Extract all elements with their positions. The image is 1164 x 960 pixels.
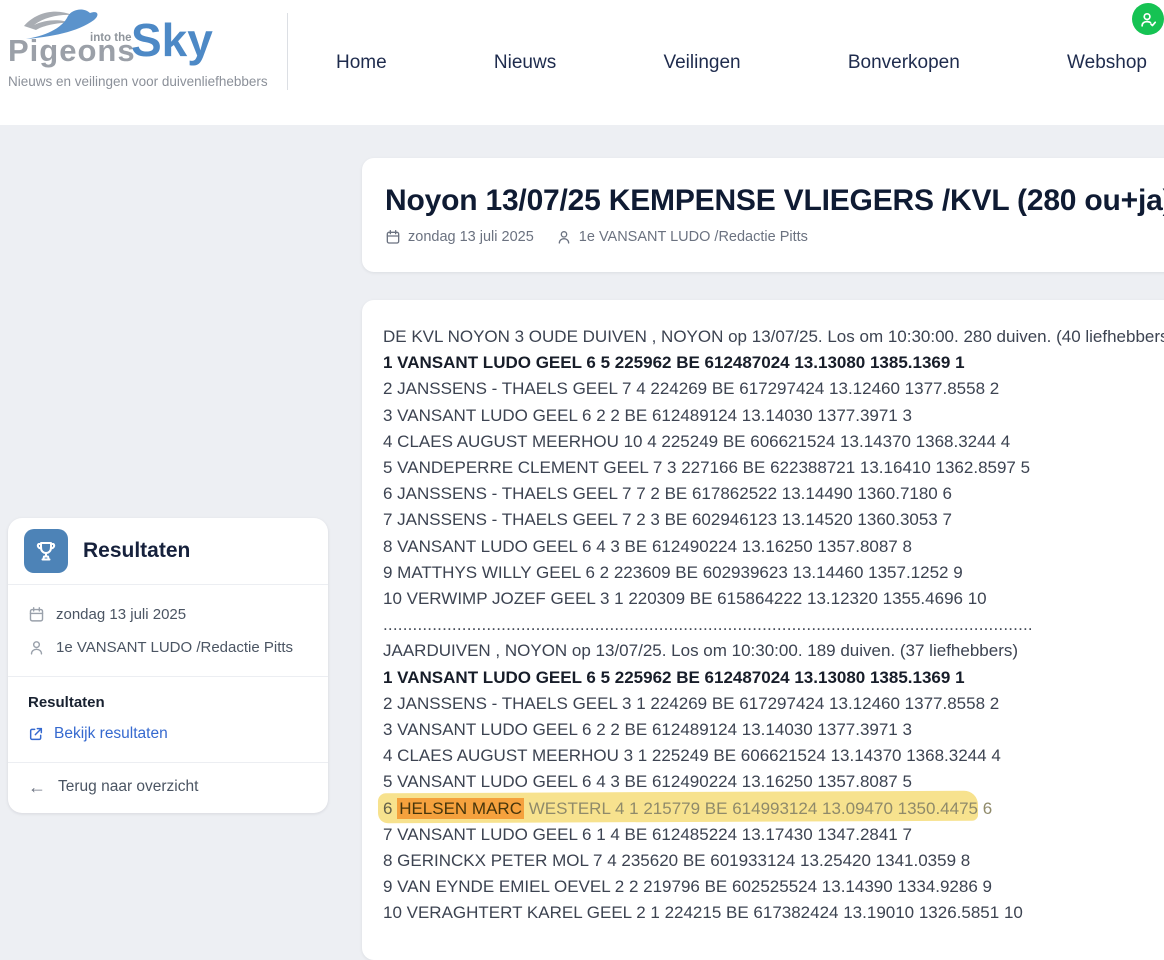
sidebar-title: Resultaten (83, 539, 190, 563)
article-header-card: Noyon 13/07/25 KEMPENSE VLIEGERS /KVL (2… (362, 158, 1164, 272)
site-logo[interactable]: Pigeons into the Sky Nieuws en veilingen… (8, 0, 288, 125)
article-date: zondag 13 juli 2025 (408, 229, 534, 245)
sidebar-author: 1e VANSANT LUDO /Redactie Pitts (56, 639, 293, 656)
highlight-fancier-name: HELSEN MARC (397, 798, 524, 819)
results-card: DE KVL NOYON 3 OUDE DUIVEN , NOYON op 13… (362, 300, 1164, 960)
external-link-icon (28, 726, 44, 742)
result-line: 5 VANDEPERRE CLEMENT GEEL 7 3 227166 BE … (383, 455, 1164, 481)
back-link-label: Terug naar overzicht (58, 778, 198, 796)
result-line: 2 JANSSENS - THAELS GEEL 7 4 224269 BE 6… (383, 376, 1164, 402)
trophy-icon-badge (24, 529, 68, 573)
logo-word-into-the: into the (90, 32, 132, 44)
dotted-separator: ........................................… (383, 612, 1031, 638)
person-icon (556, 229, 572, 245)
nav-item-home[interactable]: Home (336, 52, 387, 74)
nav-item-veilingen[interactable]: Veilingen (663, 52, 740, 74)
account-button[interactable] (1132, 3, 1164, 35)
sidebar-author-row: 1e VANSANT LUDO /Redactie Pitts (28, 639, 308, 656)
result-line: 3 VANSANT LUDO GEEL 6 2 2 BE 612489124 1… (383, 717, 1164, 743)
result-winner-line: 1 VANSANT LUDO GEEL 6 5 225962 BE 612487… (383, 665, 1164, 691)
back-to-overview-link[interactable]: ← Terug naar overzicht (28, 778, 308, 796)
sidebar-info-section: zondag 13 juli 2025 1e VANSANT LUDO /Red… (8, 585, 328, 676)
page-title: Noyon 13/07/25 KEMPENSE VLIEGERS /KVL (2… (385, 184, 1164, 218)
sidebar-footer: ← Terug naar overzicht (8, 763, 328, 813)
logo-word-sky: Sky (131, 13, 213, 67)
trophy-icon (34, 539, 58, 563)
sidebar-header: Resultaten (8, 518, 328, 584)
result-line: 8 GERINCKX PETER MOL 7 4 235620 BE 60193… (383, 848, 1164, 874)
result-line: 2 JANSSENS - THAELS GEEL 3 1 224269 BE 6… (383, 691, 1164, 717)
arrow-left-icon: ← (28, 778, 46, 796)
sidebar-date-row: zondag 13 juli 2025 (28, 606, 308, 623)
result-line: 8 VANSANT LUDO GEEL 6 4 3 BE 612490224 1… (383, 534, 1164, 560)
sidebar-results-section: Resultaten Bekijk resultaten (8, 677, 328, 762)
sidebar-date: zondag 13 juli 2025 (56, 606, 186, 623)
result-line: 9 VAN EYNDE EMIEL OEVEL 2 2 219796 BE 60… (383, 874, 1164, 900)
sidebar-section-title: Resultaten (28, 694, 308, 711)
result-line: 4 CLAES AUGUST MEERHOU 10 4 225249 BE 60… (383, 429, 1164, 455)
article-meta: zondag 13 juli 2025 1e VANSANT LUDO /Red… (385, 229, 1164, 245)
user-check-icon (1140, 11, 1157, 28)
result-line-highlighted: 6 HELSEN MARC WESTERL 4 1 215779 BE 6149… (383, 796, 1164, 822)
result-line: 6 JANSSENS - THAELS GEEL 7 7 2 BE 617862… (383, 481, 1164, 507)
result-line: 10 VERWIMP JOZEF GEEL 3 1 220309 BE 6158… (383, 586, 1164, 612)
nav-item-webshop[interactable]: Webshop (1067, 52, 1147, 74)
calendar-icon (385, 229, 401, 245)
highlight-rest: WESTERL 4 1 215779 BE 614993124 13.09470… (524, 799, 992, 818)
main-nav: Home Nieuws Veilingen Bonverkopen Websho… (336, 0, 1147, 125)
view-results-label: Bekijk resultaten (54, 725, 168, 743)
nav-item-nieuws[interactable]: Nieuws (494, 52, 556, 74)
result-winner-line: 1 VANSANT LUDO GEEL 6 5 225962 BE 612487… (383, 350, 1164, 376)
result-line: 10 VERAGHTERT KAREL GEEL 2 1 224215 BE 6… (383, 900, 1164, 926)
result-line: 4 CLAES AUGUST MEERHOU 3 1 225249 BE 606… (383, 743, 1164, 769)
header-bar: Pigeons into the Sky Nieuws en veilingen… (0, 0, 1164, 125)
result-line: 7 VANSANT LUDO GEEL 6 1 4 BE 612485224 1… (383, 822, 1164, 848)
logo-tagline: Nieuws en veilingen voor duivenliefhebbe… (8, 74, 268, 89)
highlight-rank: 6 (383, 799, 397, 818)
nav-item-bonverkopen[interactable]: Bonverkopen (848, 52, 960, 74)
header-divider (287, 13, 288, 90)
result-intro-line: JAARDUIVEN , NOYON op 13/07/25. Los om 1… (383, 638, 1164, 664)
result-line: 9 MATTHYS WILLY GEEL 6 2 223609 BE 60293… (383, 560, 1164, 586)
results-sidebar-card: Resultaten zondag 13 juli 2025 1e VANSAN… (8, 518, 328, 813)
calendar-icon (28, 606, 45, 623)
result-line: 7 JANSSENS - THAELS GEEL 7 2 3 BE 602946… (383, 507, 1164, 533)
view-results-link[interactable]: Bekijk resultaten (28, 725, 308, 743)
result-intro-line: DE KVL NOYON 3 OUDE DUIVEN , NOYON op 13… (383, 324, 1164, 350)
article-author: 1e VANSANT LUDO /Redactie Pitts (579, 229, 808, 245)
person-icon (28, 639, 45, 656)
result-line: 3 VANSANT LUDO GEEL 6 2 2 BE 612489124 1… (383, 403, 1164, 429)
